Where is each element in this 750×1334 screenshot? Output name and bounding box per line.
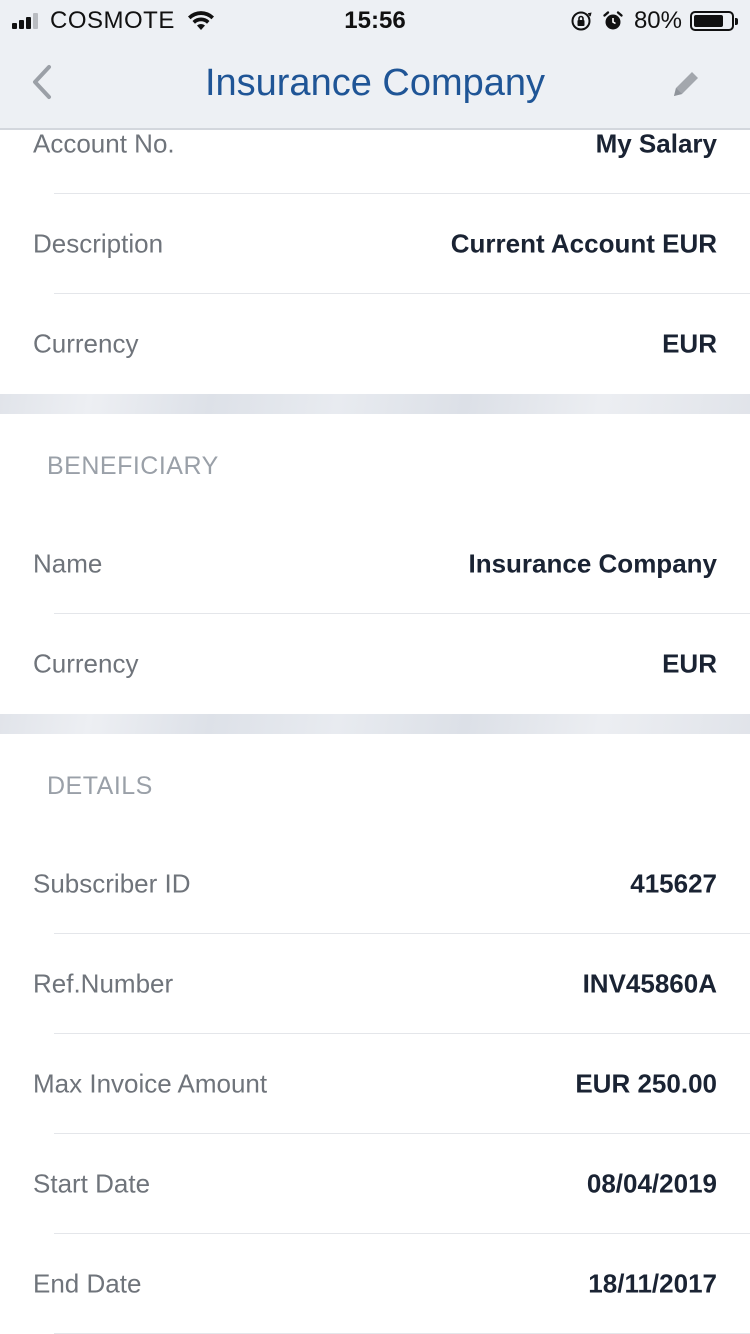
account-currency-row: Currency EUR xyxy=(0,294,750,394)
row-value: Current Account EUR xyxy=(450,228,717,259)
row-value: Insurance Company xyxy=(468,548,717,579)
row-value: INV45860A xyxy=(582,968,717,999)
alarm-icon xyxy=(602,10,624,32)
top-bar: COSMOTE 15:56 80% Insurance Company xyxy=(0,0,750,130)
max-invoice-amount-row: Max Invoice Amount EUR 250.00 xyxy=(0,1034,750,1134)
row-value: 08/04/2019 xyxy=(586,1168,717,1199)
row-label: Subscriber ID xyxy=(33,868,191,899)
pencil-icon xyxy=(674,72,698,96)
row-label: Description xyxy=(33,228,164,259)
page-title: Insurance Company xyxy=(204,62,546,104)
battery-icon xyxy=(690,11,738,31)
row-label: Start Date xyxy=(33,1168,151,1199)
row-value: EUR xyxy=(662,648,717,679)
beneficiary-currency-row: Currency EUR xyxy=(0,614,750,714)
section-title: DETAILS xyxy=(47,772,153,800)
section-divider xyxy=(0,394,750,414)
row-label: End Date xyxy=(33,1268,142,1299)
row-label: Currency xyxy=(33,328,139,359)
rotation-lock-icon xyxy=(570,10,592,32)
row-label: Ref.Number xyxy=(33,968,174,999)
section-divider xyxy=(0,714,750,734)
row-label: Max Invoice Amount xyxy=(33,1068,268,1099)
account-section: Account No. My Salary Description Curren… xyxy=(0,94,750,394)
row-value: My Salary xyxy=(595,128,717,159)
scroll-content[interactable]: Account No. My Salary Description Curren… xyxy=(0,94,750,1334)
ref-number-row: Ref.Number INV45860A xyxy=(0,934,750,1034)
row-value: EUR xyxy=(662,328,717,359)
edit-button[interactable] xyxy=(666,64,706,104)
end-date-row: End Date 18/11/2017 xyxy=(0,1234,750,1334)
start-date-row: Start Date 08/04/2019 xyxy=(0,1134,750,1234)
row-value: EUR 250.00 xyxy=(575,1068,717,1099)
navigation-bar: Insurance Company xyxy=(0,40,750,128)
row-label: Currency xyxy=(33,648,139,679)
battery-fill xyxy=(694,15,723,27)
row-value: 415627 xyxy=(630,868,717,899)
status-right: 80% xyxy=(570,6,738,36)
section-title: BENEFICIARY xyxy=(47,452,219,480)
beneficiary-header: BENEFICIARY xyxy=(0,414,750,514)
row-label: Name xyxy=(33,548,103,579)
battery-percent: 80% xyxy=(633,7,682,34)
subscriber-id-row: Subscriber ID 415627 xyxy=(0,834,750,934)
details-header: DETAILS xyxy=(0,734,750,834)
row-value: 18/11/2017 xyxy=(588,1268,717,1299)
details-section: DETAILS Subscriber ID 415627 Ref.Number … xyxy=(0,734,750,1334)
row-label: Account No. xyxy=(33,128,175,159)
beneficiary-section: BENEFICIARY Name Insurance Company Curre… xyxy=(0,414,750,714)
beneficiary-name-row: Name Insurance Company xyxy=(0,514,750,614)
status-bar: COSMOTE 15:56 80% xyxy=(0,0,750,40)
description-row: Description Current Account EUR xyxy=(0,194,750,294)
